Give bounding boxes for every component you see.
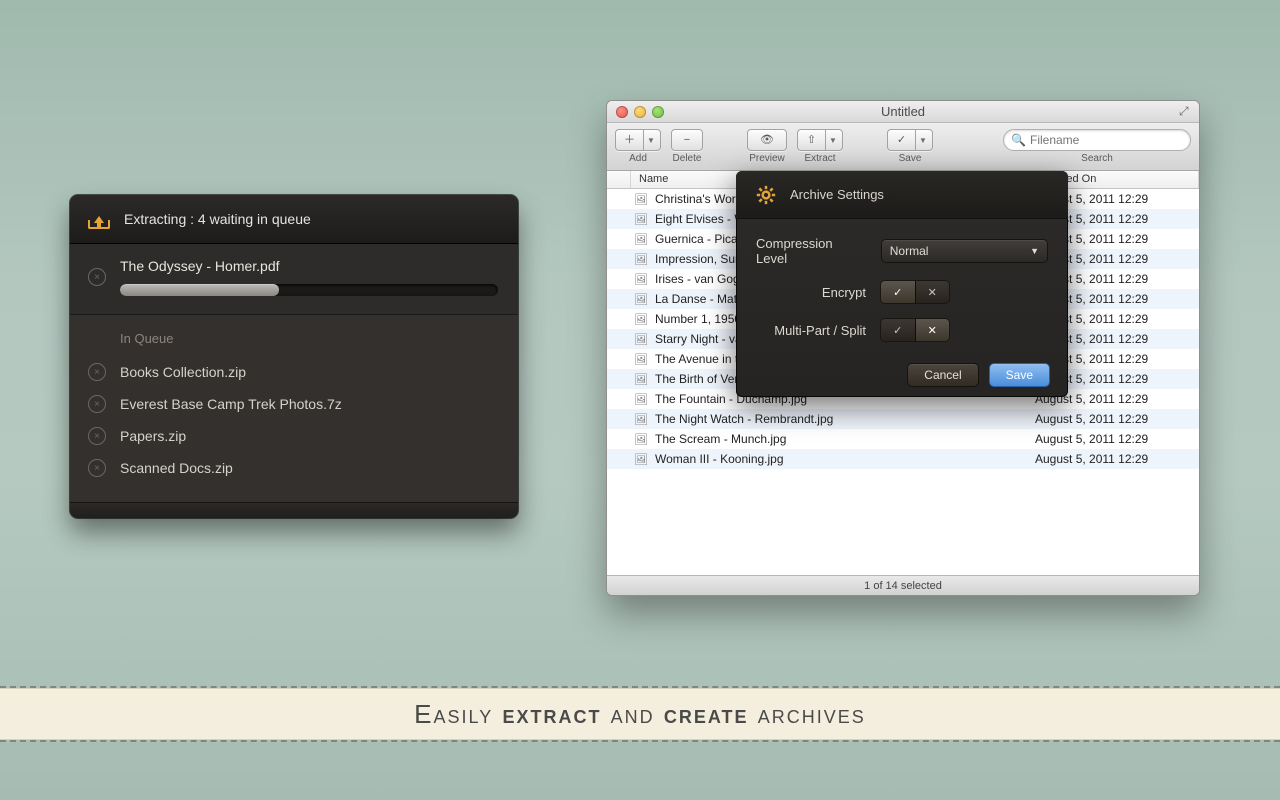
promo-text: Easily extract and create archives (414, 699, 866, 730)
file-icon: 🖼 (631, 253, 651, 266)
popover-title: Archive Settings (790, 187, 884, 202)
cancel-queue-button[interactable]: × (88, 395, 106, 413)
check-icon: ✓ (891, 135, 912, 146)
encrypt-on-button[interactable]: ✓ (881, 281, 915, 303)
queue-heading: In Queue (120, 331, 498, 346)
split-off-button[interactable]: ✕ (915, 319, 950, 341)
queue-item: × Papers.zip (88, 420, 498, 452)
chevron-down-icon: ▼ (1030, 246, 1039, 256)
file-icon: 🖼 (631, 213, 651, 226)
queue-item: × Everest Base Camp Trek Photos.7z (88, 388, 498, 420)
window-title: Untitled (607, 104, 1199, 119)
panel-footer (70, 502, 518, 518)
compression-value: Normal (890, 244, 929, 258)
extract-button[interactable]: ⇧ (797, 129, 825, 151)
split-segmented[interactable]: ✓ ✕ (880, 318, 950, 342)
file-icon: 🖼 (631, 193, 651, 206)
preview-button[interactable]: 👁 (747, 129, 787, 151)
file-name: Woman III - Kooning.jpg (651, 452, 1029, 466)
cancel-button[interactable]: Cancel (907, 363, 978, 387)
extract-menu-button[interactable]: ▼ (825, 129, 843, 151)
plus-icon: ＋ (618, 135, 641, 146)
file-icon: 🖼 (631, 393, 651, 406)
save-menu-button[interactable]: ▼ (915, 129, 933, 151)
preview-label: Preview (749, 153, 785, 164)
search-icon: 🔍 (1011, 133, 1026, 147)
progress-bar (120, 284, 498, 296)
delete-label: Delete (673, 153, 702, 164)
file-icon: 🖼 (631, 453, 651, 466)
file-icon: 🖼 (631, 333, 651, 346)
file-name: The Night Watch - Rembrandt.jpg (651, 412, 1029, 426)
search-input[interactable] (1003, 129, 1191, 151)
file-date: August 5, 2011 12:29 (1029, 432, 1199, 446)
compression-label: Compression Level (756, 236, 867, 266)
table-row[interactable]: 🖼Woman III - Kooning.jpgAugust 5, 2011 1… (607, 449, 1199, 469)
cancel-queue-button[interactable]: × (88, 363, 106, 381)
save-label: Save (899, 153, 922, 164)
file-icon: 🖼 (631, 433, 651, 446)
toolbar: ＋ ▼ Add − Delete 👁 Preview ⇧ ▼ Extract ✓… (607, 123, 1199, 171)
queue-item-label: Books Collection.zip (120, 364, 246, 380)
queue-item: × Scanned Docs.zip (88, 452, 498, 484)
save-button[interactable]: Save (989, 363, 1050, 387)
search-label: Search (1081, 153, 1113, 164)
file-icon: 🖼 (631, 273, 651, 286)
extraction-title: Extracting : 4 waiting in queue (124, 211, 311, 227)
current-file-label: The Odyssey - Homer.pdf (120, 258, 498, 274)
extract-up-icon: ⇧ (801, 135, 822, 146)
encrypt-off-button[interactable]: ✕ (915, 281, 950, 303)
delete-button[interactable]: − (671, 129, 703, 151)
chevron-down-icon: ▼ (826, 136, 842, 145)
file-icon: 🖼 (631, 353, 651, 366)
encrypt-segmented[interactable]: ✓ ✕ (880, 280, 950, 304)
archive-settings-popover: Archive Settings Compression Level Norma… (736, 171, 1068, 397)
extraction-panel: Extracting : 4 waiting in queue × The Od… (70, 195, 518, 518)
queue-section: In Queue × Books Collection.zip × Everest B… (70, 315, 518, 502)
minus-icon: − (678, 135, 696, 146)
file-icon: 🖼 (631, 373, 651, 386)
status-bar: 1 of 14 selected (607, 575, 1199, 595)
add-label: Add (629, 153, 647, 164)
table-row[interactable]: 🖼The Scream - Munch.jpgAugust 5, 2011 12… (607, 429, 1199, 449)
file-date: August 5, 2011 12:29 (1029, 412, 1199, 426)
cancel-current-button[interactable]: × (88, 268, 106, 286)
add-menu-button[interactable]: ▼ (643, 129, 661, 151)
split-on-button[interactable]: ✓ (881, 319, 915, 341)
compression-select[interactable]: Normal ▼ (881, 239, 1048, 263)
extract-icon (88, 209, 110, 229)
extract-label: Extract (804, 153, 835, 164)
eye-icon: 👁 (754, 135, 780, 146)
queue-item: × Books Collection.zip (88, 356, 498, 388)
split-label: Multi-Part / Split (774, 323, 866, 338)
file-icon: 🖼 (631, 413, 651, 426)
file-date: August 5, 2011 12:29 (1029, 452, 1199, 466)
queue-item-label: Papers.zip (120, 428, 186, 444)
encrypt-label: Encrypt (822, 285, 866, 300)
promo-banner: Easily extract and create archives (0, 686, 1280, 742)
fullscreen-button[interactable]: ⤢ (1179, 104, 1193, 118)
chevron-down-icon: ▼ (916, 136, 932, 145)
chevron-down-icon: ▼ (644, 136, 660, 145)
file-icon: 🖼 (631, 313, 651, 326)
popover-header: Archive Settings (736, 171, 1068, 219)
queue-item-label: Everest Base Camp Trek Photos.7z (120, 396, 342, 412)
add-button[interactable]: ＋ (615, 129, 643, 151)
extraction-progress: × The Odyssey - Homer.pdf (70, 244, 518, 315)
cancel-queue-button[interactable]: × (88, 459, 106, 477)
file-icon: 🖼 (631, 293, 651, 306)
cancel-queue-button[interactable]: × (88, 427, 106, 445)
file-icon: 🖼 (631, 233, 651, 246)
gear-icon (756, 185, 776, 205)
titlebar[interactable]: Untitled ⤢ (607, 101, 1199, 123)
extraction-header: Extracting : 4 waiting in queue (70, 195, 518, 244)
save-toolbar-button[interactable]: ✓ (887, 129, 915, 151)
queue-item-label: Scanned Docs.zip (120, 460, 233, 476)
table-row[interactable]: 🖼The Night Watch - Rembrandt.jpgAugust 5… (607, 409, 1199, 429)
file-name: The Scream - Munch.jpg (651, 432, 1029, 446)
